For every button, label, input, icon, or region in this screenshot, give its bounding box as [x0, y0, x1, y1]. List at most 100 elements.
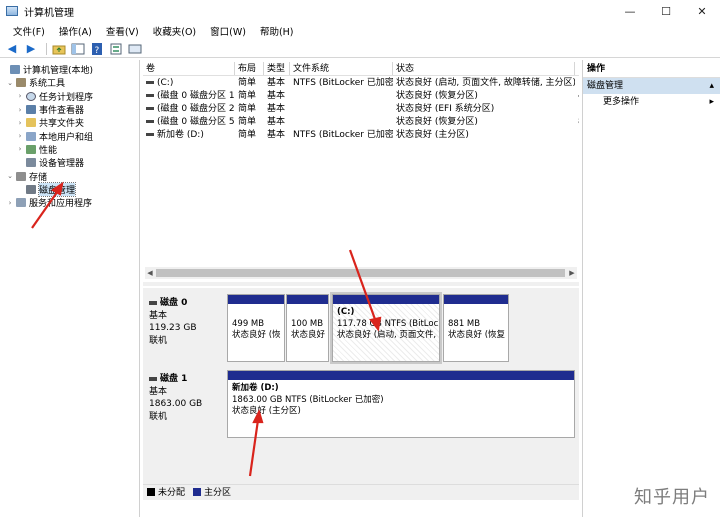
partition-status: 状态良好 (恢	[232, 330, 281, 340]
forward-arrow-icon[interactable]: ▶	[23, 42, 39, 56]
tree-local-users[interactable]: › 本地用户和组	[0, 129, 139, 143]
up-folder-icon[interactable]	[51, 42, 67, 56]
volume-fs: NTFS (BitLocker 已加密)	[293, 78, 393, 88]
volume-name: (C:)	[143, 77, 235, 90]
tree-label: 存储	[29, 172, 48, 183]
volume-row[interactable]: (磁盘 0 磁盘分区 5) 简单 基本 状态良好 (恢复分区) 8	[143, 116, 579, 129]
tree-performance[interactable]: › 性能	[0, 143, 139, 156]
navigation-tree: 计算机管理(本地) ⌄ 系统工具 › 任务计划程序 › 事件查看器 › 共享文件…	[0, 60, 140, 517]
actions-pane: 操作 磁盘管理 ▴ 更多操作 ▸	[582, 60, 720, 517]
svg-text:?: ?	[95, 46, 100, 55]
scroll-left-icon[interactable]: ◀	[145, 267, 155, 279]
title-bar: 计算机管理 — ☐ ✕	[0, 0, 720, 22]
tree-shared-folders[interactable]: › 共享文件夹	[0, 116, 139, 129]
volume-status: 状态良好 (启动, 页面文件, 故障转储, 主分区)	[396, 78, 575, 88]
view-icon[interactable]	[127, 42, 143, 56]
disk1-info[interactable]: 磁盘 1 基本 1863.00 GB 联机	[145, 370, 225, 440]
horizontal-scrollbar[interactable]: ◀ ▶	[145, 267, 577, 279]
partition-text: 100 MB 状态良好	[287, 304, 328, 345]
collapse-arrow-icon[interactable]: ›	[16, 92, 24, 100]
menu-file[interactable]: 文件(F)	[6, 24, 52, 38]
chevron-up-icon[interactable]: ▴	[709, 78, 714, 94]
partition-status: 状态良好 (启动, 页面文件,	[337, 330, 437, 340]
disk0-partition-recovery[interactable]: 499 MB 状态良好 (恢	[227, 294, 285, 362]
disk-management-pane: 卷 布局 类型 文件系统 状态 (C:) 简单 基本 NTFS (BitLock…	[143, 60, 579, 500]
tree-disk-management[interactable]: 磁盘管理	[0, 181, 139, 197]
disk0-partition-recovery2[interactable]: 881 MB 状态良好 (恢复	[443, 294, 509, 362]
disk0-type: 基本	[149, 310, 168, 321]
partition-text: 新加卷 (D:) 1863.00 GB NTFS (BitLocker 已加密) 状…	[228, 380, 574, 421]
collapse-arrow-icon[interactable]: ›	[16, 106, 24, 114]
collapse-arrow-icon[interactable]: ›	[16, 132, 24, 140]
collapse-arrow-icon[interactable]: ›	[16, 119, 24, 127]
column-status[interactable]: 状态	[393, 62, 575, 75]
tree-system-tools[interactable]: ⌄ 系统工具	[0, 76, 139, 89]
volume-type: 基本	[267, 104, 286, 114]
close-button[interactable]: ✕	[684, 0, 720, 22]
menu-action[interactable]: 操作(A)	[52, 24, 99, 38]
scrollbar-thumb[interactable]	[156, 269, 565, 277]
tree-storage[interactable]: ⌄ 存储	[0, 169, 139, 183]
volume-row[interactable]: 新加卷 (D:) 简单 基本 NTFS (BitLocker 已加密) 状态良好…	[143, 129, 579, 142]
volume-label: 新加卷 (D:)	[157, 130, 204, 140]
partition-size: 100 MB	[291, 318, 324, 329]
more-actions[interactable]: 更多操作 ▸	[583, 94, 720, 110]
column-filesystem[interactable]: 文件系统	[290, 62, 393, 75]
volume-type: 基本	[267, 130, 286, 140]
actions-section-disk-management[interactable]: 磁盘管理 ▴	[583, 78, 720, 94]
event-viewer-icon	[26, 105, 36, 115]
expand-arrow-icon[interactable]: ⌄	[6, 172, 14, 180]
disk1-name-row: 磁盘 1	[149, 373, 221, 386]
volume-label: (C:)	[157, 78, 174, 88]
column-type[interactable]: 类型	[264, 62, 290, 75]
disk0-partition-c[interactable]: (C:) 117.78 GB NTFS (BitLocke 状态良好 (启动, 页面…	[330, 292, 442, 364]
properties-icon[interactable]	[108, 42, 124, 56]
column-layout[interactable]: 布局	[235, 62, 264, 75]
collapse-arrow-icon[interactable]: ›	[6, 199, 14, 207]
partition-title: (C:)	[337, 307, 355, 317]
volume-row[interactable]: (磁盘 0 磁盘分区 1) 简单 基本 状态良好 (恢复分区) 4	[143, 90, 579, 103]
volume-row[interactable]: (磁盘 0 磁盘分区 2) 简单 基本 状态良好 (EFI 系统分区) 1	[143, 103, 579, 116]
tree-label: 计算机管理(本地)	[23, 66, 94, 77]
partition-color-bar	[444, 295, 508, 304]
expand-arrow-icon[interactable]: ⌄	[6, 79, 14, 87]
show-hide-tree-icon[interactable]	[70, 42, 86, 56]
partition-status: 状态良好 (主分区)	[232, 406, 301, 416]
menu-view[interactable]: 查看(V)	[99, 24, 146, 38]
help-icon[interactable]: ?	[89, 42, 105, 56]
volume-list-header: 卷 布局 类型 文件系统 状态	[143, 62, 579, 76]
tree-root[interactable]: 计算机管理(本地)	[0, 63, 139, 76]
volume-row[interactable]: (C:) 简单 基本 NTFS (BitLocker 已加密) 状态良好 (启动…	[143, 77, 579, 90]
tree-device-manager[interactable]: 设备管理器	[0, 156, 139, 169]
primary-swatch	[193, 487, 202, 496]
disk0-partition-efi[interactable]: 100 MB 状态良好	[286, 294, 329, 362]
volume-layout: 简单	[238, 104, 257, 114]
disk-icon	[149, 301, 157, 306]
scroll-right-icon[interactable]: ▶	[567, 267, 577, 279]
volume-name: (磁盘 0 磁盘分区 5)	[143, 116, 235, 129]
more-actions-label: 更多操作	[603, 97, 640, 107]
tree-task-scheduler[interactable]: › 任务计划程序	[0, 90, 139, 103]
column-volume[interactable]: 卷	[143, 62, 235, 75]
maximize-button[interactable]: ☐	[648, 0, 684, 22]
tree-services[interactable]: › 服务和应用程序	[0, 196, 139, 209]
disk0-info[interactable]: 磁盘 0 基本 119.23 GB 联机	[145, 294, 225, 364]
toolbar: ◀ ▶ ?	[0, 40, 720, 58]
volume-extra: 4	[575, 90, 579, 103]
minimize-button[interactable]: —	[612, 0, 648, 22]
menu-window[interactable]: 窗口(W)	[203, 24, 253, 38]
menu-favorites[interactable]: 收藏夹(O)	[146, 24, 203, 38]
volume-extra	[575, 77, 579, 90]
partition-color-bar	[333, 295, 439, 304]
partition-status: 状态良好 (恢复	[448, 330, 506, 340]
disk1-partition-d[interactable]: 新加卷 (D:) 1863.00 GB NTFS (BitLocker 已加密) 状…	[227, 370, 575, 438]
menu-help[interactable]: 帮助(H)	[253, 24, 301, 38]
partition-size: 499 MB	[232, 318, 265, 329]
back-arrow-icon[interactable]: ◀	[4, 42, 20, 56]
collapse-arrow-icon[interactable]: ›	[16, 145, 24, 153]
tree-label: 共享文件夹	[39, 119, 85, 130]
computer-icon	[10, 65, 20, 75]
tree-label: 服务和应用程序	[29, 199, 93, 210]
tree-event-viewer[interactable]: › 事件查看器	[0, 103, 139, 116]
pane-splitter[interactable]	[143, 282, 579, 286]
